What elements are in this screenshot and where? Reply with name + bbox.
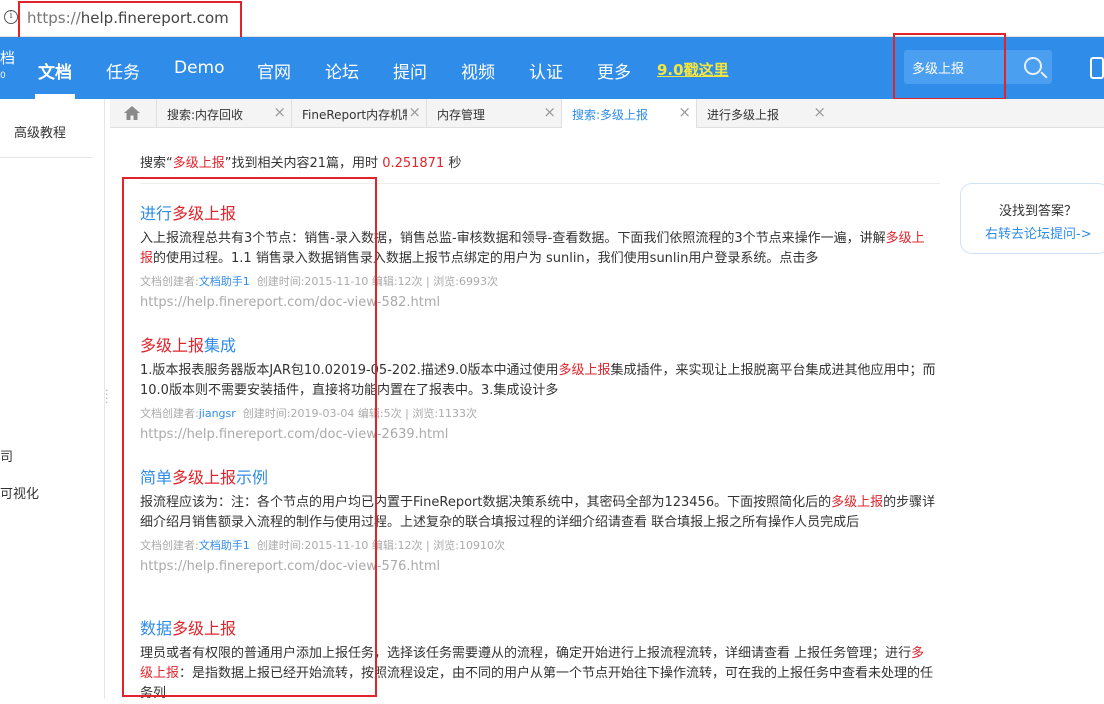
result-meta: 文档创建者:文档助手1 创建时间:2015-11-10 编辑:12次 | 浏览:… [140,275,498,288]
nav-item-demo[interactable]: Demo [174,58,225,78]
logo-fragment[interactable]: 档0 [0,49,15,85]
result-url[interactable]: https://help.finereport.com/doc-view-582… [140,295,940,310]
result-snippet: 1.版本报表服务器版本JAR包10.02019-05-202.描述9.0版本中通… [140,363,936,398]
mobile-icon[interactable] [1090,57,1104,79]
result-title[interactable]: 简单多级上报示例 [140,464,940,488]
result-url[interactable]: https://help.finereport.com/doc-view-576… [140,559,940,574]
result-meta: 文档创建者:文档助手1 创建时间:2015-11-10 编辑:12次 | 浏览:… [140,539,505,552]
author-link[interactable]: 文档助手1 [199,539,250,552]
help-box: 没找到答案？ 右转去论坛提问-> [960,183,1104,254]
resize-handle[interactable]: · · · · [105,385,109,408]
result-snippet: 理员或者有权限的普通用户添加上报任务，选择该任务需要遵从的流程，确定开始进行上报… [140,646,934,701]
summary-divider [140,183,940,184]
sidebar-item-fragment[interactable]: 司 [0,446,13,465]
nav-item-tasks[interactable]: 任务 [106,58,140,83]
result-item: 多级上报集成 1.版本报表服务器版本JAR包10.02019-05-202.描述… [140,332,940,442]
sidebar: 高级教程 司 可视化 · · · · [0,99,109,699]
result-title[interactable]: 数据多级上报 [140,615,940,639]
nav-item-forum[interactable]: 论坛 [325,58,359,83]
result-meta: 文档创建者:jiangsr 创建时间:2019-03-04 编辑:5次 | 浏览… [140,407,478,420]
result-item: 进行多级上报 入上报流程总共有3个节点：销售-录入数据，销售总监-审核数据和领导… [140,200,940,310]
result-url[interactable]: https://help.finereport.com/doc-view-263… [140,427,940,442]
result-item: 数据多级上报 理员或者有权限的普通用户添加上报任务，选择该任务需要遵从的流程，确… [140,615,940,704]
forum-ask-link[interactable]: 右转去论坛提问-> [985,223,1092,242]
search-results: 搜索“多级上报”找到相关内容21篇，用时 0.251871 秒 进行多级上报 入… [140,99,940,701]
author-link[interactable]: 文档助手1 [199,275,250,288]
help-question: 没找到答案？ [999,204,1078,219]
result-snippet: 入上报流程总共有3个节点：销售-录入数据，销售总监-审核数据和领导-查看数据。下… [140,231,925,266]
nav-item-ask[interactable]: 提问 [393,58,427,83]
result-title[interactable]: 进行多级上报 [140,200,940,224]
sidebar-item-visualization[interactable]: 可视化 [0,483,39,502]
author-link[interactable]: jiangsr [199,407,236,420]
address-bar[interactable]: i https://help.finereport.com [0,0,1104,42]
nav-item-official[interactable]: 官网 [257,58,291,83]
annotation-box-search [893,33,1006,100]
nav-item-docs[interactable]: 文档 [38,58,72,83]
sidebar-divider [0,157,92,158]
result-title[interactable]: 多级上报集成 [140,332,940,356]
top-nav: 档0 文档 任务 Demo 官网 论坛 提问 视频 认证 更多 9.0戳这里 [0,33,1104,100]
sidebar-item-advanced[interactable]: 高级教程 [14,122,66,141]
nav-item-certify[interactable]: 认证 [529,58,563,83]
info-icon[interactable]: i [4,10,18,24]
result-snippet: 报流程应该为：注：各个节点的用户均已内置于FineReport数据决策系统中，其… [140,495,936,530]
promo-link[interactable]: 9.0戳这里 [657,59,729,80]
annotation-box-url [18,1,242,42]
result-item: 简单多级上报示例 报流程应该为：注：各个节点的用户均已内置于FineReport… [140,464,940,574]
search-icon[interactable] [1024,57,1042,75]
nav-item-more[interactable]: 更多 [597,58,631,83]
home-icon [124,106,140,120]
search-summary: 搜索“多级上报”找到相关内容21篇，用时 0.251871 秒 [140,156,462,171]
nav-item-video[interactable]: 视频 [461,58,495,83]
